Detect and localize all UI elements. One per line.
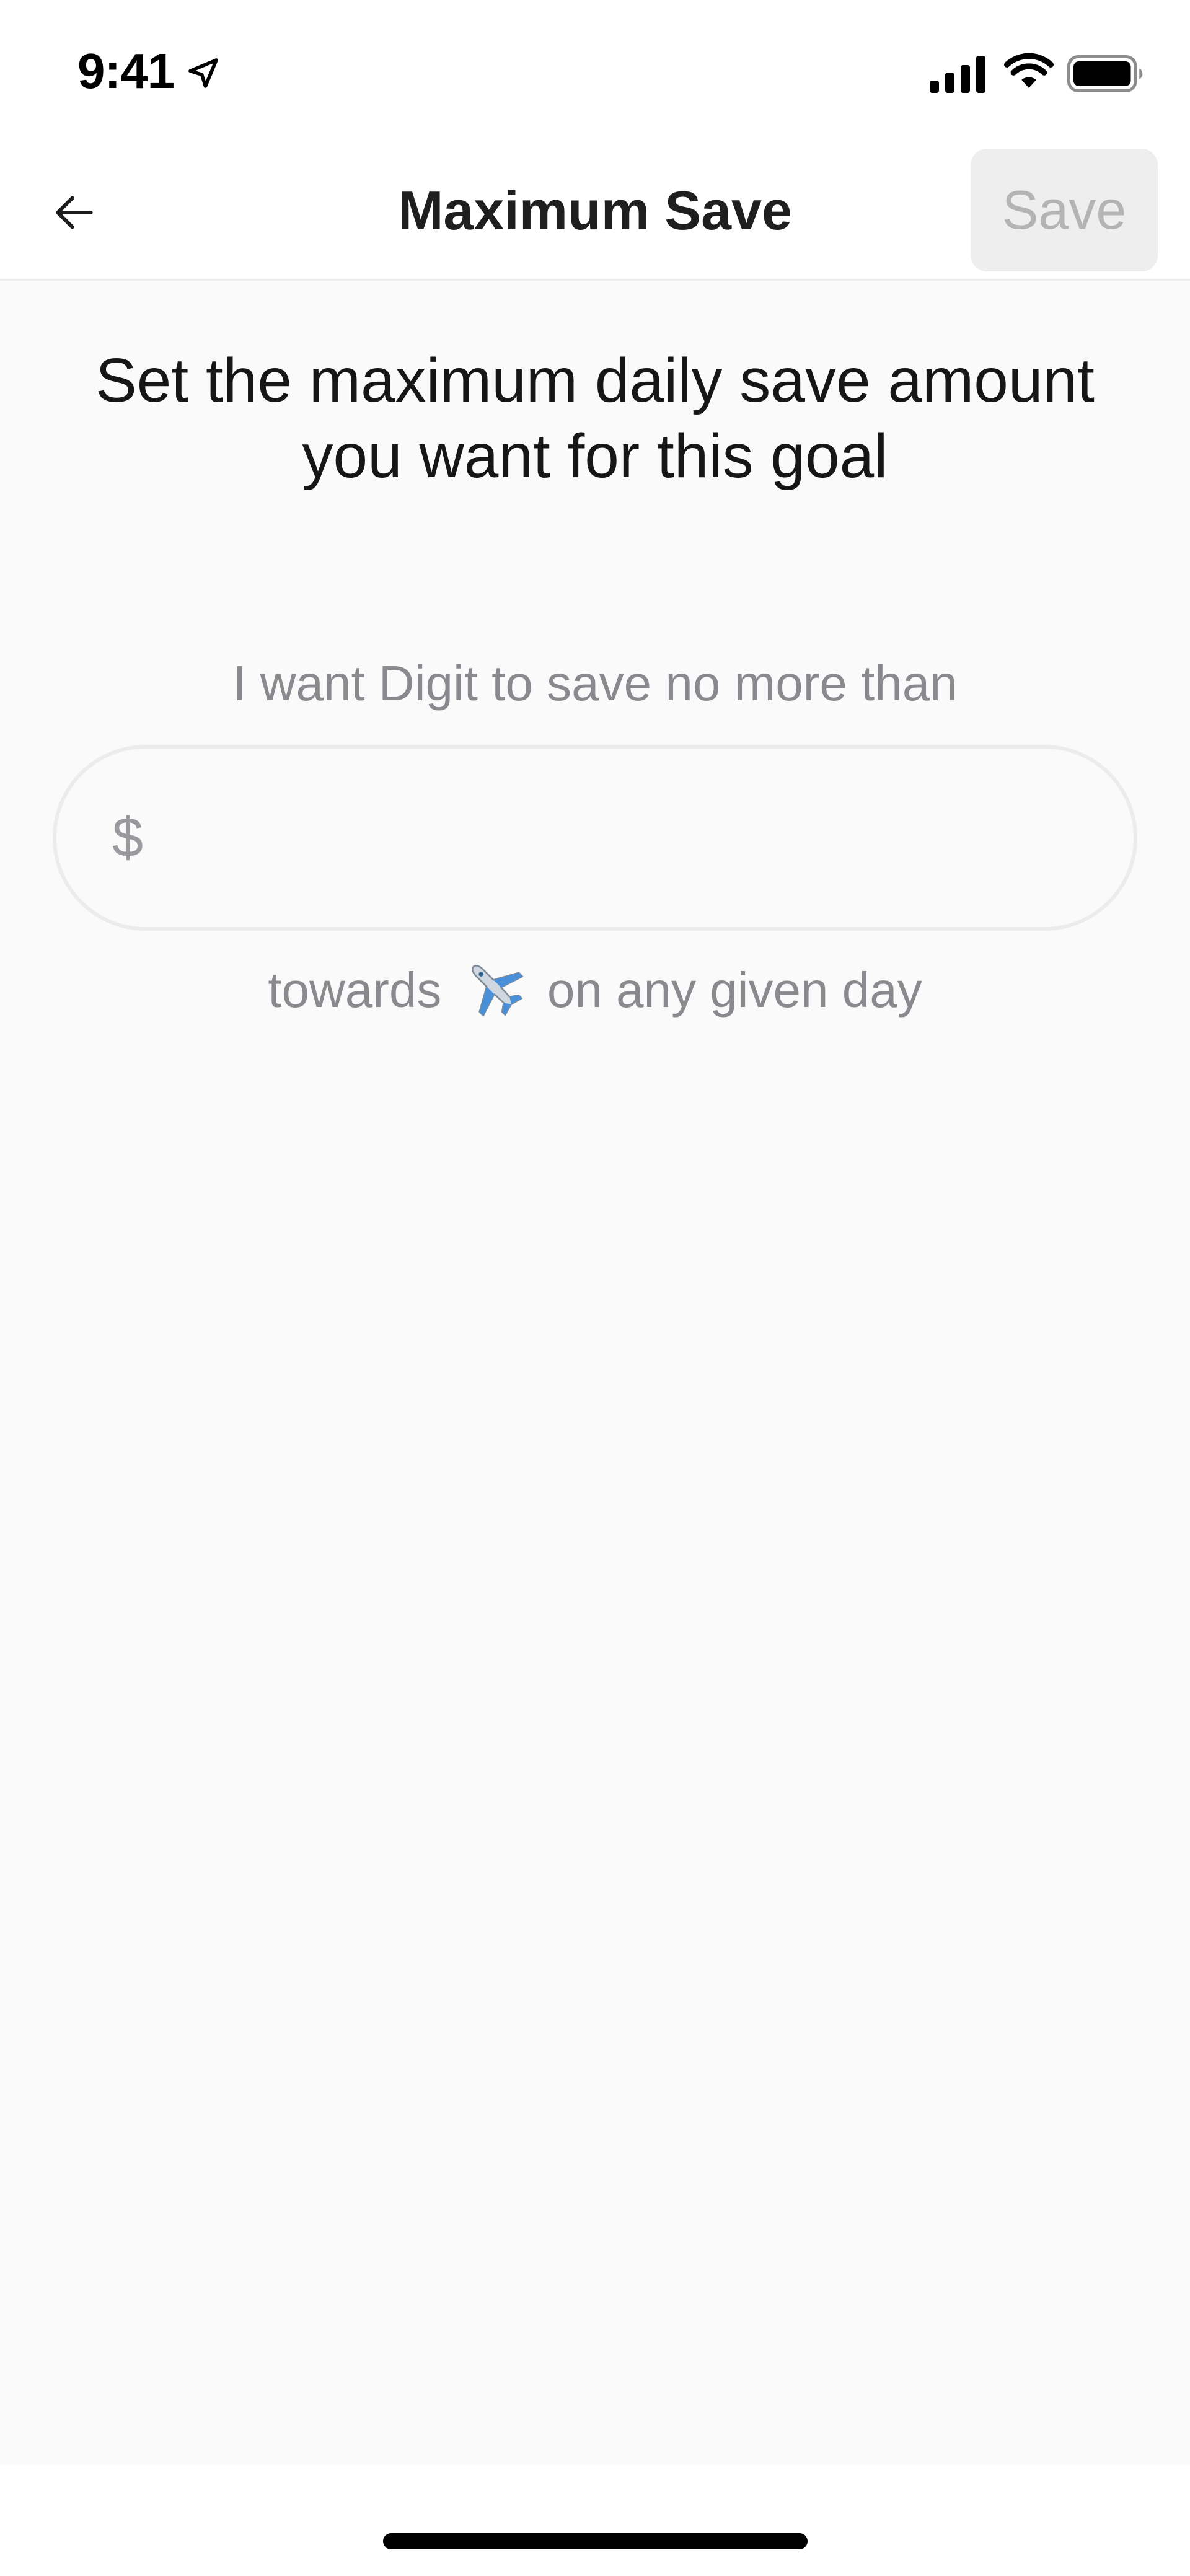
max-save-amount-input[interactable] bbox=[162, 776, 1134, 900]
suffix-after: on any given day bbox=[547, 962, 922, 1018]
instruction-heading: Set the maximum daily save amount you wa… bbox=[95, 346, 1095, 491]
battery-icon bbox=[1067, 55, 1143, 92]
currency-symbol: $ bbox=[112, 806, 144, 869]
save-button[interactable]: Save bbox=[971, 149, 1158, 271]
status-bar: 9:41 bbox=[0, 0, 1190, 146]
arrow-left-icon bbox=[56, 196, 93, 229]
navigation-bar: Maximum Save Save bbox=[0, 146, 1190, 281]
wifi-icon bbox=[1004, 53, 1054, 88]
home-indicator-area bbox=[0, 2465, 1190, 2576]
main-content: Set the maximum daily save amount you wa… bbox=[0, 281, 1190, 2465]
status-time: 9:41 bbox=[77, 43, 175, 99]
home-indicator[interactable] bbox=[383, 2533, 808, 2549]
prompt-text: I want Digit to save no more than bbox=[232, 656, 958, 711]
page-title: Maximum Save bbox=[398, 180, 792, 241]
suffix-before: towards bbox=[268, 962, 442, 1018]
cellular-signal-icon bbox=[930, 56, 985, 93]
max-save-amount-field[interactable]: $ bbox=[53, 745, 1137, 931]
airplane-icon bbox=[471, 964, 523, 1017]
back-button[interactable] bbox=[37, 175, 112, 250]
location-arrow-icon bbox=[188, 58, 218, 88]
goal-suffix-text: towards on any given day bbox=[0, 956, 1190, 1024]
